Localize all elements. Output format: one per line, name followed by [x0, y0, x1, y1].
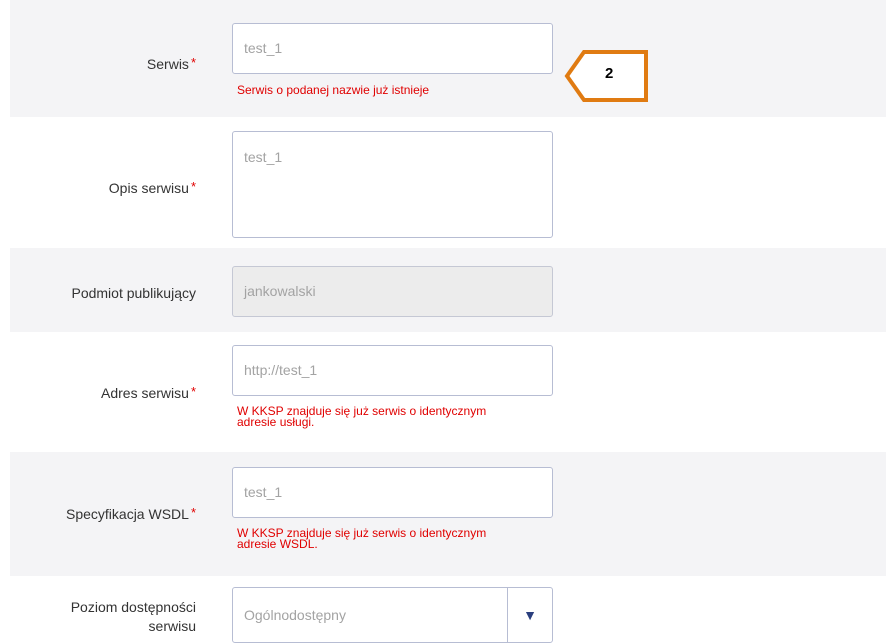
label-poziom-line1: Poziom dostępności	[70, 599, 196, 615]
adres-input-value: http://test_1	[244, 362, 318, 378]
label-opis: Opis serwisu *	[109, 178, 196, 197]
required-mark: *	[190, 55, 196, 70]
opis-textarea[interactable]: test_1	[232, 131, 553, 238]
triangle-down-icon[interactable]: ▼	[507, 588, 552, 642]
required-mark: *	[190, 179, 196, 194]
label-podmiot: Podmiot publikujący	[71, 284, 196, 302]
wsdl-error-line2: adresie WSDL.	[237, 537, 318, 551]
label-opis-text: Opis serwisu	[108, 180, 189, 196]
wsdl-error-message: W KKSP znajduje się już serwis o identyc…	[237, 527, 567, 551]
required-mark: *	[190, 384, 196, 399]
form-row-wsdl: Specyfikacja WSDL * test_1 W KKSP znajduj…	[10, 452, 886, 576]
label-serwis-text: Serwis	[146, 56, 189, 72]
poziom-select-value: Ogólnodostępny	[244, 607, 346, 623]
label-serwis: Serwis *	[147, 54, 196, 73]
form-row-opis: Opis serwisu * test_1	[10, 117, 886, 248]
form-row-adres: Adres serwisu * http://test_1 W KKSP znaj…	[10, 332, 886, 452]
podmiot-input: jankowalski	[232, 266, 553, 317]
serwis-input-value: test_1	[244, 40, 283, 56]
wsdl-input[interactable]: test_1	[232, 467, 553, 518]
serwis-input[interactable]: test_1	[232, 23, 553, 74]
opis-textarea-value: test_1	[244, 149, 283, 165]
required-mark: *	[190, 505, 196, 520]
label-podmiot-text: Podmiot publikujący	[71, 285, 196, 301]
form-row-serwis: Serwis * test_1 Serwis o podanej nazwie j…	[10, 0, 886, 117]
label-poziom: Poziom dostępności serwisu	[71, 598, 196, 636]
label-wsdl-text: Specyfikacja WSDL	[66, 506, 189, 522]
form-row-poziom: Poziom dostępności serwisu Ogólnodostępn…	[10, 576, 886, 643]
form-row-podmiot: Podmiot publikujący jankowalski	[10, 248, 886, 332]
adres-input[interactable]: http://test_1	[232, 345, 553, 396]
podmiot-input-value: jankowalski	[244, 283, 316, 299]
wsdl-input-value: test_1	[244, 484, 283, 500]
adres-error-line2: adresie usługi.	[237, 415, 315, 429]
adres-error-message: W KKSP znajduje się już serwis o identyc…	[237, 405, 567, 429]
label-poziom-line2: serwisu	[148, 618, 196, 634]
serwis-error-message: Serwis o podanej nazwie już istnieje	[237, 83, 430, 97]
label-adres-text: Adres serwisu	[101, 385, 189, 401]
label-adres: Adres serwisu *	[101, 383, 196, 402]
annotation-number: 2	[605, 65, 614, 82]
label-wsdl: Specyfikacja WSDL *	[66, 504, 196, 523]
annotation-callout: 2	[564, 50, 648, 102]
